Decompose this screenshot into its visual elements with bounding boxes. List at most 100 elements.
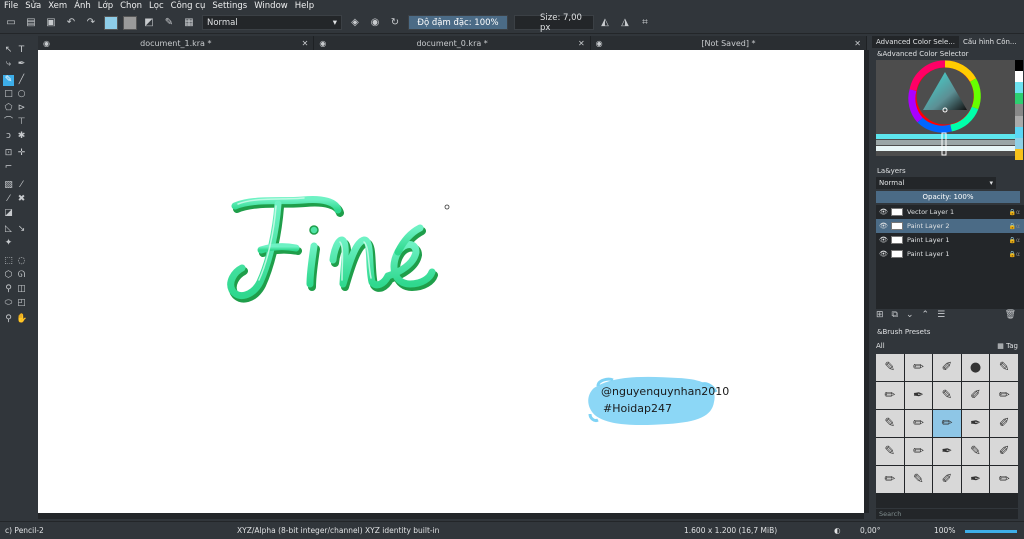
gradient-swatch[interactable] — [104, 15, 118, 30]
menu-help[interactable]: Help — [295, 1, 314, 11]
brush-preset[interactable]: ✏ — [904, 354, 933, 381]
layer-row[interactable]: 👁 Paint Layer 1 🔒α — [876, 247, 1024, 261]
line-tool-icon[interactable]: ╱ — [16, 75, 27, 86]
tab-document-0[interactable]: ◉ document_0.kra * ✕ — [314, 36, 591, 50]
brush-preset[interactable]: ✎ — [876, 410, 904, 437]
color-selector[interactable] — [876, 60, 1015, 156]
eye-icon[interactable]: 👁 — [879, 236, 888, 244]
freehand-brush-icon[interactable]: ✎ — [3, 75, 14, 86]
close-icon[interactable]: ✕ — [578, 39, 585, 48]
brush-preset[interactable]: ✏ — [876, 466, 904, 493]
tab-advanced-color[interactable]: Advanced Color Sele... — [872, 36, 959, 48]
menu-filter[interactable]: Lọc — [149, 1, 164, 11]
brush-preset[interactable]: ✏ — [904, 410, 933, 437]
brush-preset[interactable]: ✏ — [876, 382, 904, 409]
brush-preset[interactable]: ✐ — [933, 466, 961, 493]
colorize-mask-icon[interactable]: ⁄ — [3, 194, 14, 205]
brush-presets-icon[interactable]: ▦ — [182, 16, 196, 30]
tab-tool-options[interactable]: Cấu hình Côn... — [959, 36, 1021, 48]
brush-preset[interactable]: ✎ — [933, 382, 961, 409]
layer-opacity-slider[interactable]: Opacity: 100% — [876, 191, 1020, 203]
brush-preset[interactable]: ✒ — [961, 466, 990, 493]
preserve-alpha-icon[interactable]: ◉ — [368, 16, 382, 30]
eye-icon[interactable]: 👁 — [879, 208, 888, 216]
pan-tool-icon[interactable]: ✋ — [16, 314, 27, 325]
menu-tools[interactable]: Công cụ — [171, 1, 206, 11]
tab-document-1[interactable]: ◉ document_1.kra * ✕ — [38, 36, 315, 50]
wrap-around-icon[interactable]: ⌗ — [638, 16, 652, 30]
new-document-icon[interactable]: ▭ — [4, 16, 18, 30]
move-tool-icon[interactable]: ✛ — [16, 148, 27, 159]
brush-preset[interactable]: ✐ — [990, 438, 1018, 465]
eye-icon[interactable]: 👁 — [879, 222, 888, 230]
rect-select-icon[interactable]: ⬚ — [3, 256, 14, 267]
horizontal-scrollbar[interactable] — [38, 513, 864, 519]
close-icon[interactable]: ✕ — [302, 39, 309, 48]
layer-row[interactable]: 👁 Paint Layer 1 🔒α — [876, 233, 1024, 247]
mirror-horizontal-icon[interactable]: ◭ — [598, 16, 612, 30]
polygon-select-icon[interactable]: ⬡ — [3, 270, 14, 281]
menu-file[interactable]: File — [4, 1, 18, 11]
crop-tool-icon[interactable]: ⊡ — [3, 148, 14, 159]
mirror-vertical-icon[interactable]: ◮ — [618, 16, 632, 30]
blend-mode-select[interactable]: Normal ▾ — [202, 15, 342, 30]
brush-editor-icon[interactable]: ✎ — [162, 16, 176, 30]
layer-row[interactable]: 👁 Paint Layer 2 🔒α — [876, 219, 1024, 233]
brush-preset[interactable]: ✐ — [933, 354, 961, 381]
color-swap-icon[interactable]: ◩ — [142, 16, 156, 30]
zoom-tool-icon[interactable]: ⚲ — [3, 314, 14, 325]
menu-edit[interactable]: Sửa — [25, 1, 41, 11]
menu-select[interactable]: Chọn — [120, 1, 142, 11]
redo-icon[interactable]: ↷ — [84, 16, 98, 30]
polygon-tool-icon[interactable]: ⬠ — [3, 103, 14, 114]
bezier-select-icon[interactable]: ⬭ — [3, 298, 14, 309]
polyline-tool-icon[interactable]: ⊳ — [16, 103, 27, 114]
lock-icon[interactable]: 🔒α — [1009, 251, 1020, 258]
delete-layer-icon[interactable]: 🗑 — [1005, 310, 1016, 320]
brush-preset[interactable]: ● — [961, 354, 990, 381]
rotate-icon[interactable]: ◐ — [834, 526, 841, 535]
brush-preset[interactable]: ✏ — [904, 438, 933, 465]
undo-icon[interactable]: ↶ — [64, 16, 78, 30]
menu-view[interactable]: Xem — [48, 1, 67, 11]
menu-layer[interactable]: Lớp — [98, 1, 113, 11]
brush-preset[interactable]: ✒ — [933, 438, 961, 465]
lock-icon[interactable]: 🔒α — [1009, 223, 1020, 230]
menu-settings[interactable]: Settings — [212, 1, 247, 11]
reload-preset-icon[interactable]: ↻ — [388, 16, 402, 30]
lock-icon[interactable]: 🔒α — [1009, 237, 1020, 244]
brush-preset[interactable]: ✎ — [876, 354, 904, 381]
similar-select-icon[interactable]: ◫ — [16, 284, 27, 295]
measure-tool-icon[interactable]: ↘ — [16, 224, 27, 235]
magnetic-select-icon[interactable]: ◰ — [16, 298, 27, 309]
ellipse-tool-icon[interactable]: ○ — [16, 89, 27, 100]
eye-icon[interactable]: 👁 — [879, 250, 888, 258]
menu-image[interactable]: Ảnh — [74, 1, 91, 11]
brush-preset[interactable]: ✏ — [990, 466, 1018, 493]
text-tool-icon[interactable]: T — [16, 45, 27, 56]
bezier-tool-icon[interactable]: ⌒ — [3, 117, 14, 128]
outline-select-icon[interactable]: ᘏ — [16, 270, 27, 281]
close-icon[interactable]: ✕ — [854, 39, 861, 48]
layer-properties-icon[interactable]: ☰ — [937, 310, 945, 320]
duplicate-layer-icon[interactable]: ⧉ — [892, 310, 898, 320]
ellipse-select-icon[interactable]: ◌ — [16, 256, 27, 267]
lock-icon[interactable]: 🔒α — [1009, 209, 1020, 216]
brush-preset[interactable]: ✎ — [961, 438, 990, 465]
brush-preset-selected[interactable]: ✏ — [933, 410, 961, 437]
size-slider[interactable]: Size: 7,00 px — [514, 13, 594, 33]
drawing-canvas[interactable]: @nguyenquynhan2010 #Hoidap247 — [38, 50, 864, 513]
tab-not-saved[interactable]: ◉ [Not Saved] * ✕ — [590, 36, 867, 50]
fill-tool-icon[interactable]: ◪ — [3, 208, 14, 219]
color-history-strip[interactable] — [1015, 60, 1023, 160]
brush-preset[interactable]: ✎ — [876, 438, 904, 465]
brush-preset[interactable]: ✒ — [961, 410, 990, 437]
menu-window[interactable]: Window — [254, 1, 288, 11]
smart-patch-icon[interactable]: ✖ — [16, 194, 27, 205]
opacity-slider[interactable]: Độ đậm đặc: 100% — [408, 15, 508, 30]
brush-preset[interactable]: ✎ — [990, 354, 1018, 381]
add-layer-icon[interactable]: ⊞ — [876, 310, 884, 320]
freehand-path-icon[interactable]: ⊤ — [16, 117, 27, 128]
gradient-tool-icon[interactable]: ▧ — [3, 180, 14, 191]
brush-preset[interactable]: ✐ — [990, 410, 1018, 437]
